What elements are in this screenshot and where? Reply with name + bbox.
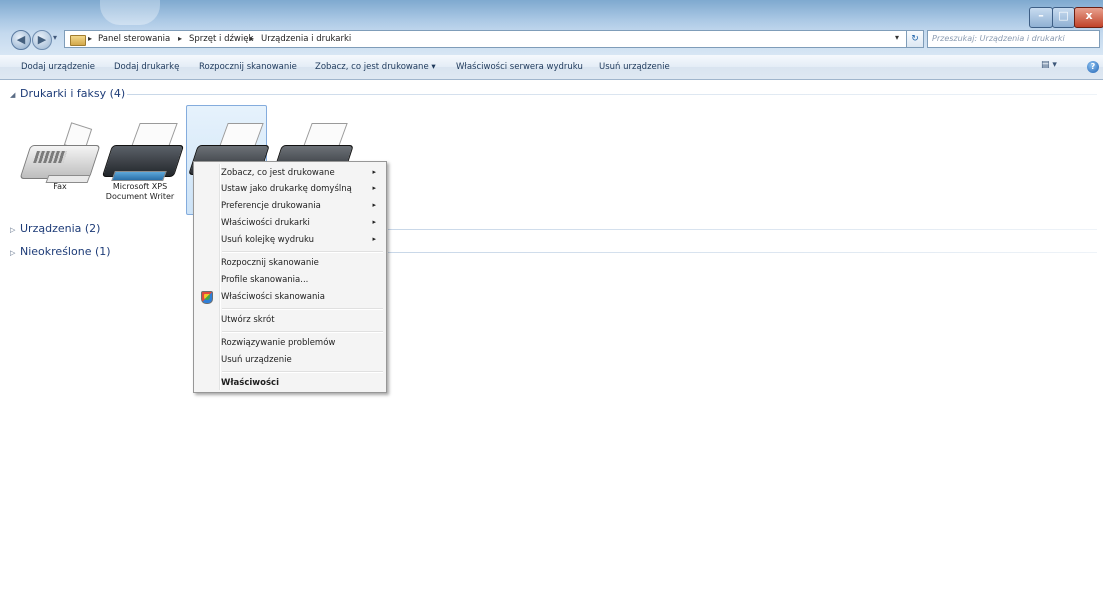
forward-arrow-icon: ▶ [37, 33, 47, 46]
menu-separator [222, 251, 383, 253]
shield-icon [201, 291, 213, 304]
window-titlebar: – □ x ◀ ▶ ▾ ▸ Panel sterowania ▸ Sprzęt … [0, 0, 1103, 55]
device-label: Microsoft XPS Document Writer [105, 182, 175, 201]
submenu-arrow-icon: ▸ [372, 235, 376, 243]
submenu-arrow-icon: ▸ [372, 201, 376, 209]
add-device-button[interactable]: Dodaj urządzenie [21, 62, 95, 72]
group-divider [388, 252, 1097, 253]
refresh-icon: ↻ [911, 34, 919, 44]
menu-separator [222, 331, 383, 333]
submenu-arrow-icon: ▸ [372, 218, 376, 226]
control-panel-icon [70, 35, 86, 46]
minimize-button[interactable]: – [1029, 7, 1053, 28]
device-label: Fax [53, 182, 67, 191]
forward-button[interactable]: ▶ [32, 30, 52, 50]
menu-item-printing-preferences[interactable]: Preferencje drukowania ▸ [196, 198, 384, 214]
menu-item-printer-properties[interactable]: Właściwości drukarki ▸ [196, 215, 384, 231]
menu-separator [222, 308, 383, 310]
address-dropdown-icon[interactable]: ▾ [895, 33, 899, 42]
close-button[interactable]: x [1074, 7, 1103, 28]
address-bar[interactable]: ▸ Panel sterowania ▸ Sprzęt i dźwięk ▸ U… [64, 30, 908, 48]
start-scan-button[interactable]: Rozpocznij skanowanie [199, 62, 297, 72]
breadcrumb-separator-icon[interactable]: ▸ [178, 34, 182, 43]
see-whats-printing-button[interactable]: Zobacz, co jest drukowane ▾ [315, 62, 436, 72]
breadcrumb-control-panel[interactable]: Panel sterowania [98, 34, 170, 44]
back-arrow-icon: ◀ [16, 33, 26, 46]
submenu-arrow-icon: ▸ [372, 168, 376, 176]
command-bar: Dodaj urządzenie Dodaj drukarkę Rozpoczn… [0, 55, 1103, 80]
remove-device-button[interactable]: Usuń urządzenie [599, 62, 670, 72]
breadcrumb-devices-printers[interactable]: Urządzenia i drukarki [261, 34, 351, 44]
window-icon-glow [100, 0, 160, 25]
maximize-button[interactable]: □ [1052, 7, 1075, 28]
breadcrumb-separator-icon[interactable]: ▸ [250, 34, 254, 43]
menu-item-set-default[interactable]: Ustaw jako drukarkę domyślną ▸ [196, 181, 384, 197]
menu-item-scan-profiles[interactable]: Profile skanowania... [196, 272, 384, 288]
menu-item-see-printing[interactable]: Zobacz, co jest drukowane ▸ [196, 165, 384, 181]
context-menu: Zobacz, co jest drukowane ▸ Ustaw jako d… [193, 161, 387, 393]
submenu-arrow-icon: ▸ [372, 184, 376, 192]
group-divider [388, 229, 1097, 230]
search-input[interactable]: Przeszukaj: Urządzenia i drukarki [927, 30, 1100, 48]
device-fax[interactable]: Fax [19, 104, 101, 194]
menu-separator [222, 371, 383, 373]
menu-item-troubleshoot[interactable]: Rozwiązywanie problemów [196, 335, 384, 351]
breadcrumb-separator-icon[interactable]: ▸ [88, 34, 92, 43]
menu-item-properties[interactable]: Właściwości [196, 375, 384, 391]
add-printer-button[interactable]: Dodaj drukarkę [114, 62, 179, 72]
recent-pages-dropdown[interactable]: ▾ [53, 33, 61, 43]
help-icon: ? [1090, 62, 1096, 71]
menu-item-remove-queue[interactable]: Usuń kolejkę wydruku ▸ [196, 232, 384, 248]
group-header-unspecified[interactable]: ▷ Nieokreślone (1) [10, 245, 111, 258]
refresh-button[interactable]: ↻ [906, 30, 924, 48]
expand-triangle-icon[interactable]: ▷ [10, 226, 20, 234]
menu-item-scan-properties[interactable]: Właściwości skanowania [196, 289, 384, 305]
group-divider [127, 94, 1097, 95]
group-header-devices[interactable]: ▷ Urządzenia (2) [10, 222, 100, 235]
collapse-triangle-icon[interactable]: ◢ [10, 91, 20, 99]
menu-item-create-shortcut[interactable]: Utwórz skrót [196, 312, 384, 328]
print-server-properties-button[interactable]: Właściwości serwera wydruku [456, 62, 583, 72]
menu-item-remove-device[interactable]: Usuń urządzenie [196, 352, 384, 368]
view-icon: ▤ ▾ [1041, 60, 1057, 70]
breadcrumb-hardware-sound[interactable]: Sprzęt i dźwięk [189, 34, 253, 44]
group-header-printers[interactable]: ◢ Drukarki i faksy (4) [10, 87, 125, 100]
help-button[interactable]: ? [1087, 61, 1099, 73]
menu-item-start-scan[interactable]: Rozpocznij skanowanie [196, 255, 384, 271]
change-view-button[interactable]: ▤ ▾ [1041, 60, 1065, 74]
device-xps-writer[interactable]: Microsoft XPS Document Writer [100, 104, 185, 201]
expand-triangle-icon[interactable]: ▷ [10, 249, 20, 257]
back-button[interactable]: ◀ [11, 30, 31, 50]
